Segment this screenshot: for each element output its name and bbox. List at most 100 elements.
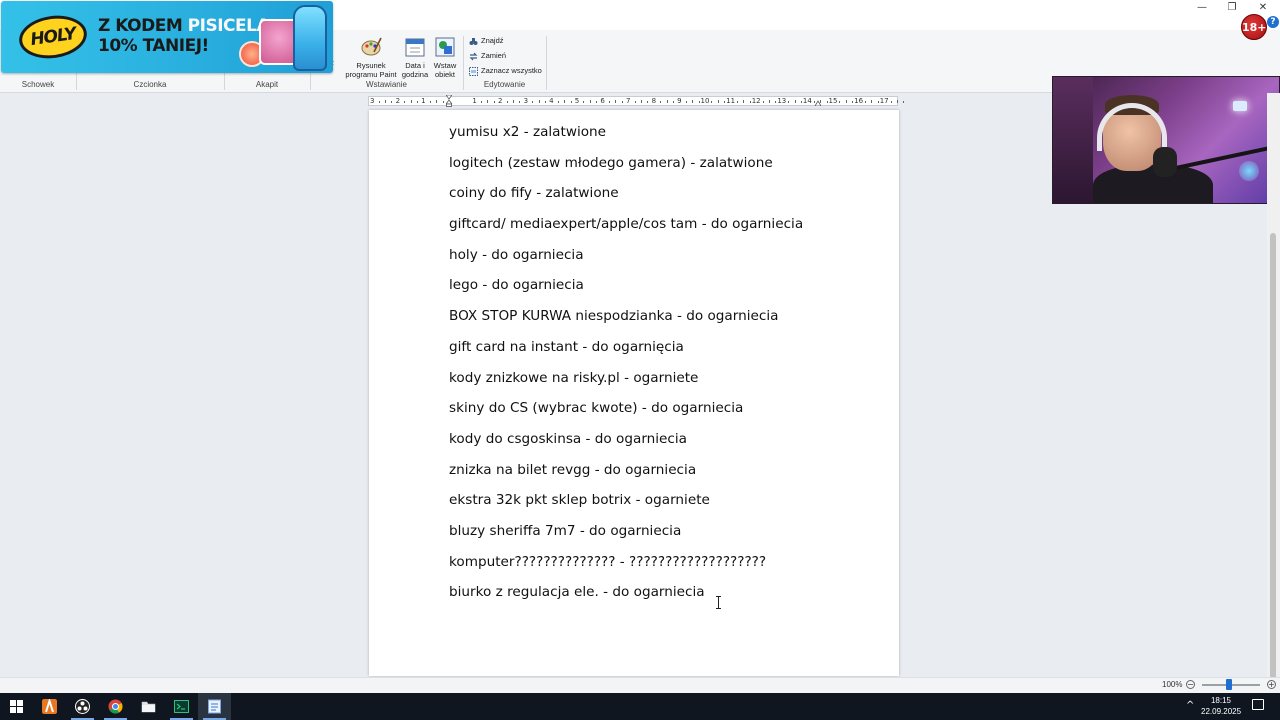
ruler-number: 6 (600, 97, 605, 105)
ruler-number: 1 (472, 97, 477, 105)
document-line[interactable]: logitech (zestaw młodego gamera) - zalat… (449, 153, 889, 184)
help-icon[interactable]: ? (1267, 16, 1279, 28)
ruler-tick (583, 101, 585, 103)
close-button[interactable]: ✕ (1249, 1, 1277, 15)
document-page[interactable]: yumisu x2 - zalatwione logitech (zestaw m… (369, 110, 899, 676)
ruler-number: 11 (726, 97, 736, 105)
ruler-tick (378, 101, 380, 103)
ruler-tick (724, 101, 726, 103)
group-label-paragraph: Akapit (255, 80, 279, 89)
document-line[interactable]: kody do csgoskinsa - do ogarniecia (449, 429, 889, 460)
zoom-out-button[interactable]: − (1186, 680, 1195, 689)
replace-icon (469, 52, 478, 60)
paint-drawing-button[interactable]: Rysunek programu Paint (343, 36, 399, 79)
select-all-button[interactable]: Zaznacz wszystko (469, 65, 542, 77)
date-time-button[interactable]: Data i godzina (400, 36, 430, 79)
ruler-tick (749, 101, 751, 103)
insert-object-button[interactable]: Wstaw obiekt (430, 36, 460, 79)
ruler-tick (481, 101, 482, 103)
ruler-tick (596, 101, 598, 103)
text-cursor-icon (716, 596, 721, 609)
vertical-scrollbar-thumb[interactable] (1270, 233, 1276, 688)
ruler-tick (845, 100, 847, 103)
ruler-tick (788, 101, 790, 103)
taskbar-app-orange[interactable] (33, 693, 66, 720)
ad-line1-prefix: Z KODEM (98, 16, 188, 36)
ruler-tick (871, 100, 873, 103)
ruler-number: 5 (574, 97, 580, 105)
document-line[interactable]: komputer?????????????? - ???????????????… (449, 552, 889, 583)
ruler-tick (391, 101, 393, 103)
group-separator (546, 36, 547, 90)
ruler-tick (404, 101, 406, 103)
document-line[interactable]: holy - do ogarniecia (449, 245, 889, 276)
taskbar (0, 693, 1280, 720)
document-line[interactable]: znizka na bilet revgg - do ogarniecia (449, 460, 889, 491)
zoom-slider-thumb[interactable] (1225, 679, 1232, 690)
indent-marker-icon[interactable] (446, 95, 452, 107)
document-line[interactable]: coiny do fify - zalatwione (449, 183, 889, 214)
document-line[interactable]: BOX STOP KURWA niespodzianka - do ogarni… (449, 306, 889, 337)
ruler-tick (513, 100, 514, 103)
ruler-tick (769, 100, 770, 103)
document-line[interactable]: kody znizkowe na risky.pl - ogarniete (449, 368, 889, 399)
ruler-tick (436, 100, 438, 103)
document-line[interactable]: gift card na instant - do ogarnięcia (449, 337, 889, 368)
document-line[interactable]: biurko z regulacja ele. - do ogarniecia (449, 582, 889, 613)
ruler-tick (890, 101, 892, 103)
taskbar-file-explorer[interactable] (132, 693, 165, 720)
taskbar-chrome[interactable] (99, 693, 132, 720)
zoom-in-button[interactable]: + (1267, 680, 1276, 689)
insert-object-icon (435, 37, 455, 57)
ruler-tick (532, 101, 534, 103)
ruler-tick (692, 100, 694, 103)
obs-icon (75, 699, 90, 714)
ruler-number: 3 (369, 97, 375, 105)
document-line[interactable]: lego - do ogarniecia (449, 275, 889, 306)
replace-button[interactable]: Zamień (469, 50, 506, 62)
taskbar-wordpad[interactable] (198, 693, 231, 720)
ruler-tick (545, 101, 546, 103)
ruler-number: 10 (700, 97, 710, 105)
taskbar-terminal[interactable] (165, 693, 198, 720)
date-time-label: Data i godzina (401, 61, 429, 79)
ruler-number: 14 (802, 97, 812, 105)
find-button[interactable]: Znajdź (469, 35, 504, 47)
vertical-scrollbar[interactable] (1267, 93, 1280, 688)
webcam-overlay (1052, 76, 1280, 204)
clock[interactable]: 18:15 22.09.2025 (1201, 695, 1241, 717)
notifications-icon[interactable] (1252, 699, 1264, 710)
holy-logo: HOLY (16, 11, 90, 63)
binoculars-icon (469, 37, 478, 45)
document-line[interactable]: bluzy sheriffa 7m7 - do ogarniecia (449, 521, 889, 552)
ruler-number: 7 (625, 97, 631, 105)
terminal-icon (174, 700, 189, 713)
restore-button[interactable]: ❐ (1218, 1, 1246, 15)
app-logo-icon (42, 699, 57, 714)
ruler-tick (711, 101, 713, 103)
ruler-tick (621, 101, 623, 103)
right-indent-marker-icon[interactable] (815, 100, 821, 106)
start-button[interactable] (0, 693, 33, 720)
paint-icon (361, 37, 382, 56)
holy-logo-text: HOLY (29, 23, 77, 51)
taskbar-obs[interactable] (66, 693, 99, 720)
document-line[interactable]: skiny do CS (wybrac kwote) - do ogarniec… (449, 398, 889, 429)
clock-time: 18:15 (1210, 696, 1232, 705)
document-line[interactable]: giftcard/ mediaexpert/apple/cos tam - do… (449, 214, 889, 245)
ad-banner[interactable]: HOLY Z KODEM PISICELA 10% TANIEJ! (1, 1, 333, 73)
ruler-tick (538, 100, 540, 103)
minimize-button[interactable]: — (1188, 1, 1216, 15)
calendar-icon (405, 38, 425, 57)
document-text[interactable]: yumisu x2 - zalatwione logitech (zestaw m… (449, 122, 889, 613)
webcam-glow (1239, 161, 1259, 181)
ruler-tick (385, 100, 386, 103)
ruler-tick (417, 101, 418, 103)
ruler-number: 9 (677, 97, 682, 105)
document-line[interactable]: ekstra 32k pkt sklep botrix - ogarniete (449, 490, 889, 521)
tray-expand-chevron-icon[interactable]: ^ (1186, 700, 1194, 711)
ruler-number: 3 (523, 97, 529, 105)
document-line[interactable]: yumisu x2 - zalatwione (449, 122, 889, 153)
windows-logo-icon (10, 700, 23, 713)
ruler-number: 1 (421, 97, 426, 105)
